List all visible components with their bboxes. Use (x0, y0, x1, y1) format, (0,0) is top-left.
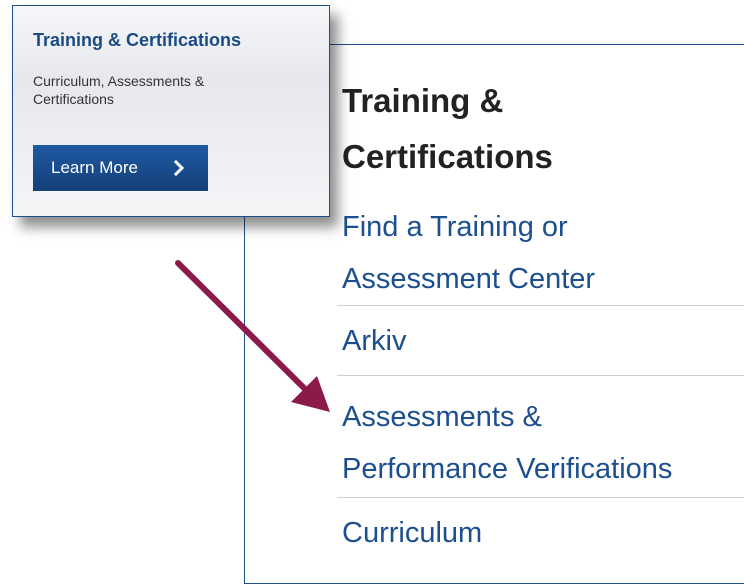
menu-link-curriculum-label: Curriculum (342, 517, 483, 549)
menu-divider (337, 497, 744, 498)
menu-link-arkiv[interactable]: Arkiv (342, 315, 744, 367)
menu-link-assessments-performance[interactable]: Assessments & Performance Verifications (342, 391, 744, 495)
chevron-right-icon (173, 159, 185, 177)
menu-link-arkiv-label: Arkiv (342, 325, 407, 357)
menu-link-find-training-center-line1: Find a Training or (342, 211, 568, 243)
menu-divider (337, 305, 744, 306)
menu-heading-line1: Training & (342, 82, 504, 119)
menu-link-assessments-performance-line1: Assessments & (342, 401, 542, 433)
menu-divider (337, 375, 744, 376)
menu-heading-line2: Certifications (342, 138, 553, 175)
learn-more-button[interactable]: Learn More (33, 145, 208, 191)
promo-subtitle: Curriculum, Assessments & Certifications (33, 73, 205, 107)
menu-link-find-training-center-line2: Assessment Center (342, 263, 596, 295)
learn-more-label: Learn More (51, 158, 138, 177)
training-promo-card: Training & Certifications Curriculum, As… (12, 5, 330, 217)
menu-link-curriculum[interactable]: Curriculum (342, 507, 744, 559)
menu-link-find-training-center[interactable]: Find a Training or Assessment Center (342, 201, 744, 305)
menu-link-assessments-performance-line2: Performance Verifications (342, 453, 673, 485)
promo-title: Training & Certifications (33, 30, 242, 50)
menu-heading: Training & Certifications (342, 73, 742, 185)
